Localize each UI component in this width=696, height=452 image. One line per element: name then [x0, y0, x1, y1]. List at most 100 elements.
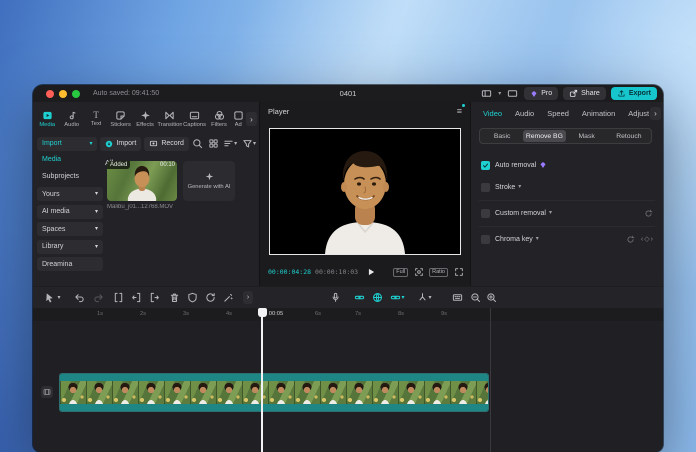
player-header: Player ≡	[260, 102, 470, 120]
microphone-icon[interactable]	[329, 291, 342, 304]
playhead-handle[interactable]	[258, 308, 267, 317]
delete-right-icon[interactable]	[148, 291, 161, 304]
custom-removal-row: Custom removal ▾	[481, 206, 653, 220]
tab-video[interactable]: Video	[483, 109, 502, 118]
stroke-label[interactable]: Stroke ▾	[495, 184, 521, 191]
tab-text[interactable]: T Text	[84, 104, 108, 133]
media-item-thumbnail[interactable]: Added 00:10	[107, 161, 177, 201]
search-icon[interactable]	[192, 137, 204, 150]
loop-icon[interactable]	[204, 291, 217, 304]
tab-filters[interactable]: Filters	[207, 104, 231, 133]
delete-left-icon[interactable]	[130, 291, 143, 304]
export-button[interactable]: Export	[611, 87, 657, 100]
chroma-key-label[interactable]: Chroma key ▾	[495, 236, 539, 243]
focus-icon[interactable]	[413, 267, 424, 278]
track-area[interactable]	[33, 321, 663, 452]
tab-adjust-truncated[interactable]: Ad	[231, 104, 245, 133]
tab-captions[interactable]: Captions	[182, 104, 206, 133]
sidebar-item-spaces[interactable]: Spaces ▾	[37, 222, 103, 236]
zoom-button[interactable]	[72, 90, 80, 98]
zoom-out-icon[interactable]	[469, 291, 482, 304]
tab-media[interactable]: Media	[35, 104, 59, 133]
mask-icon[interactable]	[186, 291, 199, 304]
tab-audio[interactable]: Audio	[59, 104, 83, 133]
stroke-checkbox[interactable]	[481, 183, 490, 192]
caret-down-icon: ▾	[95, 244, 98, 250]
grid-view-icon[interactable]	[207, 137, 219, 150]
sidebar-item-media[interactable]: Media	[37, 152, 103, 166]
magnetic-toggle-icon[interactable]	[353, 291, 366, 304]
delete-icon[interactable]	[168, 291, 181, 304]
titlebar: Auto saved: 09:41:50 0401 ▾ Pro Share Ex…	[33, 85, 663, 103]
select-tool-caret-icon[interactable]: ▾	[55, 291, 63, 304]
layout-panels-icon[interactable]	[480, 87, 493, 100]
tab-animation[interactable]: Animation	[582, 109, 615, 118]
tab-audio-props[interactable]: Audio	[515, 109, 534, 118]
filter-dropdown[interactable]: ▾	[241, 137, 257, 150]
video-clip[interactable]	[60, 374, 488, 411]
undo-icon[interactable]	[73, 291, 86, 304]
playhead-line[interactable]	[261, 308, 263, 452]
redo-icon[interactable]	[92, 291, 105, 304]
generate-with-ai-card[interactable]: Generate with AI	[183, 161, 235, 201]
subtab-basic[interactable]: Basic	[481, 130, 523, 142]
close-button[interactable]	[46, 90, 54, 98]
keyframe-diamond-icon[interactable]: ◇	[644, 235, 649, 243]
record-button[interactable]: Record	[144, 137, 189, 151]
auto-sync-globe-icon[interactable]	[371, 291, 384, 304]
tab-stickers[interactable]: Stickers	[108, 104, 132, 133]
ratio-button[interactable]: Ratio	[429, 268, 448, 277]
ai-cutout-icon[interactable]	[222, 291, 235, 304]
video-preview[interactable]	[269, 128, 461, 255]
import-button[interactable]: Import	[100, 137, 141, 151]
shortcut-keys-icon[interactable]	[451, 291, 464, 304]
titlebar-actions: ▾ Pro Share Export	[480, 85, 657, 102]
track-branch-caret-icon[interactable]: ▾	[426, 291, 434, 304]
pro-button[interactable]: Pro	[524, 87, 558, 100]
split-icon[interactable]	[112, 291, 125, 304]
fullscreen-icon[interactable]	[453, 267, 464, 278]
ruler-tick: 8s	[398, 311, 404, 317]
layout-single-icon[interactable]	[506, 87, 519, 100]
player-menu-icon[interactable]: ≡	[457, 106, 462, 116]
duration-label: 00:10	[160, 162, 175, 168]
subtab-mask[interactable]: Mask	[566, 130, 608, 142]
keyframe-prev-icon[interactable]: ‹	[641, 236, 643, 243]
timeline-ruler[interactable]: 1s 2s 3s 4s 00:05 6s 7s 8s 9s	[33, 308, 663, 321]
keyframe-next-icon[interactable]: ›	[651, 236, 653, 243]
main-track-icon[interactable]	[41, 386, 53, 398]
sort-dropdown[interactable]: ▾	[222, 137, 238, 150]
media-tabs-overflow-button[interactable]: ›	[246, 112, 257, 126]
autosave-status: Auto saved: 09:41:50	[93, 90, 159, 97]
tab-transitions[interactable]: Transitions	[157, 104, 182, 133]
reset-icon[interactable]	[644, 209, 653, 218]
custom-removal-checkbox[interactable]	[481, 209, 490, 218]
share-button[interactable]: Share	[563, 87, 606, 100]
link-toggle-caret-icon[interactable]: ▾	[399, 291, 407, 304]
chroma-key-checkbox[interactable]	[481, 235, 490, 244]
sidebar-item-yours[interactable]: Yours ▾	[37, 187, 103, 201]
sidebar-item-ai-media[interactable]: AI media ▾	[37, 205, 103, 219]
sidebar-item-subprojects[interactable]: Subprojects	[37, 170, 103, 184]
properties-tabs-overflow-button[interactable]: ›	[650, 107, 661, 120]
sidebar-item-library[interactable]: Library ▾	[37, 240, 103, 254]
reset-icon[interactable]	[626, 235, 635, 244]
tab-adjust[interactable]: Adjust	[628, 109, 649, 118]
tab-speed[interactable]: Speed	[547, 109, 569, 118]
subtab-remove-bg[interactable]: Remove BG	[523, 130, 565, 142]
traffic-lights	[46, 90, 80, 98]
zoom-in-icon[interactable]	[485, 291, 498, 304]
keyframe-control[interactable]: ‹ ◇ ›	[641, 235, 653, 243]
main-area: Media Audio T Text Stickers Effects	[33, 102, 663, 286]
auto-removal-checkbox[interactable]	[481, 161, 490, 170]
custom-removal-label[interactable]: Custom removal ▾	[495, 210, 552, 217]
full-button[interactable]: Full	[393, 268, 408, 277]
toolbar-overflow-button[interactable]: ›	[243, 291, 253, 304]
import-dropdown[interactable]: Import ▾	[37, 137, 97, 151]
play-button[interactable]	[366, 267, 376, 277]
layout-caret-icon[interactable]: ▾	[498, 91, 501, 97]
tab-effects[interactable]: Effects	[133, 104, 157, 133]
minimize-button[interactable]	[59, 90, 67, 98]
sidebar-item-dreamina[interactable]: Dreamina	[37, 257, 103, 271]
subtab-retouch[interactable]: Retouch	[608, 130, 650, 142]
